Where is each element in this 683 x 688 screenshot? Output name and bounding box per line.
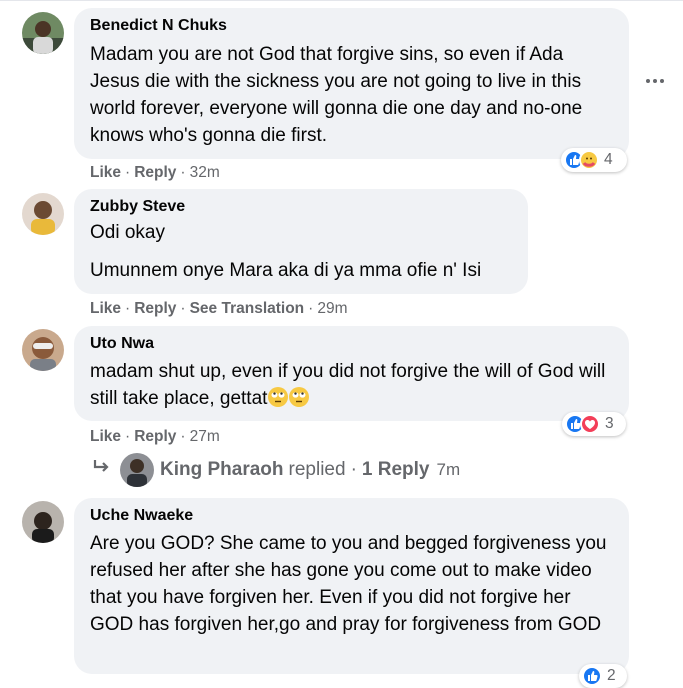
reply-button[interactable]: Reply (134, 164, 176, 181)
more-options-icon[interactable] (644, 70, 666, 92)
like-button[interactable]: Like (90, 164, 121, 181)
reaction-summary[interactable]: 2 (579, 664, 627, 688)
reaction-count: 2 (607, 667, 616, 684)
reply-thread-link[interactable]: King Pharaoh replied · 1 Reply 7m (92, 453, 461, 487)
comment-author[interactable]: Uto Nwa (90, 334, 613, 354)
like-icon (582, 666, 602, 686)
comment-actions: Like · Reply · 27m (90, 428, 220, 445)
reply-button[interactable]: Reply (134, 300, 176, 317)
avatar[interactable] (22, 501, 64, 543)
avatar[interactable] (22, 12, 64, 54)
reaction-count: 3 (605, 415, 614, 432)
love-icon (580, 414, 600, 434)
reply-author[interactable]: King Pharaoh (160, 459, 284, 481)
comment-author[interactable]: Benedict N Chuks (90, 16, 613, 36)
rolling-eyes-icon (289, 387, 310, 407)
avatar (120, 453, 154, 487)
comment-actions: Like · Reply · 32m (90, 164, 220, 181)
reply-verb: replied (288, 459, 346, 480)
care-icon (579, 150, 599, 170)
reaction-summary[interactable]: 3 (562, 412, 626, 436)
reaction-count: 4 (604, 151, 613, 168)
timestamp[interactable]: 27m (190, 428, 220, 445)
view-replies-link[interactable]: 1 Reply (362, 459, 430, 481)
reply-time: 7m (436, 460, 461, 479)
reply-arrow-icon (92, 458, 112, 482)
avatar[interactable] (22, 193, 64, 235)
timestamp[interactable]: 32m (190, 164, 220, 181)
comment-actions: Like · Reply · See Translation · 29m (90, 300, 348, 317)
comment-text-line: Umunnem onye Mara aka di ya mma ofie n' … (90, 260, 482, 281)
rolling-eyes-icon (268, 387, 289, 407)
comment-text: Are you GOD? She came to you and begged … (90, 533, 607, 635)
comment-text-line: Odi okay (90, 222, 165, 243)
avatar[interactable] (22, 329, 64, 371)
comment-bubble: Benedict N Chuks Madam you are not God t… (74, 8, 629, 159)
top-divider (0, 0, 683, 1)
timestamp[interactable]: 29m (317, 300, 347, 317)
see-translation-link[interactable]: See Translation (190, 300, 305, 317)
comment-bubble: Zubby Steve Odi okay Umunnem onye Mara a… (74, 189, 528, 294)
like-button[interactable]: Like (90, 428, 121, 445)
reaction-summary[interactable]: 4 (561, 148, 627, 172)
comment-text: madam shut up, even if you did not forgi… (90, 361, 606, 409)
comment-author[interactable]: Zubby Steve (90, 197, 512, 217)
comment-author[interactable]: Uche Nwaeke (90, 506, 613, 526)
like-button[interactable]: Like (90, 300, 121, 317)
comment-bubble: Uto Nwa madam shut up, even if you did n… (74, 326, 629, 421)
reply-button[interactable]: Reply (134, 428, 176, 445)
comment-text: Madam you are not God that forgive sins,… (90, 44, 583, 146)
comment-bubble: Uche Nwaeke Are you GOD? She came to you… (74, 498, 629, 674)
